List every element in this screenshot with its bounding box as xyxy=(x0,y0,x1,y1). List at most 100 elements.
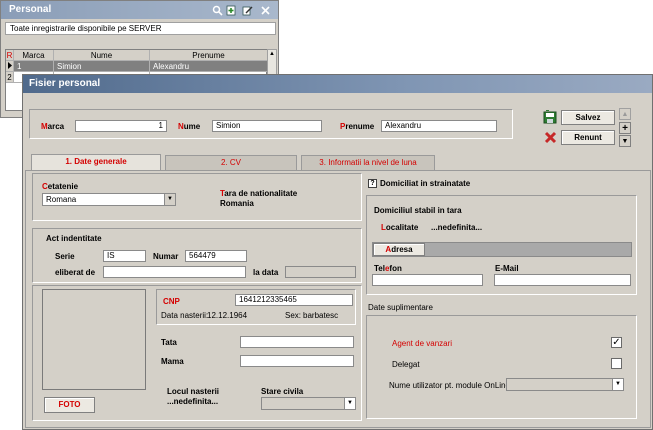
tata-field[interactable] xyxy=(240,336,354,348)
date-suplimentare-label: Date suplimentare xyxy=(368,303,433,312)
cancel-x-icon xyxy=(544,131,557,146)
mama-field[interactable] xyxy=(240,355,354,367)
data-nasterii-value: 12.12.1964 xyxy=(207,311,248,320)
adresa-field[interactable]: Adresa xyxy=(372,242,632,257)
marca-field[interactable]: 1 xyxy=(75,120,167,132)
cancel-button-label: Renunt xyxy=(574,133,602,142)
foto-button[interactable]: FOTO xyxy=(44,397,95,413)
edit-icon[interactable] xyxy=(241,4,253,16)
cetatenie-label-text: etatenie xyxy=(47,182,79,191)
telefon-label: Telefon xyxy=(374,264,402,273)
add-plus-icon[interactable]: + xyxy=(619,122,631,134)
row-indicator: 2 xyxy=(6,72,14,83)
next-down-icon[interactable]: ▼ xyxy=(619,135,631,147)
nume-label: Nume xyxy=(178,122,200,131)
fisier-personal-title-bar[interactable]: Fisier personal xyxy=(23,75,652,93)
table-row-cell-prenume[interactable]: Alexandru xyxy=(150,61,268,72)
prenume-field[interactable]: Alexandru xyxy=(381,120,497,132)
cancel-button[interactable]: Renunt xyxy=(561,130,615,145)
close-icon[interactable] xyxy=(259,4,271,16)
cetatenie-select-value: Romana xyxy=(46,195,77,204)
localitate-value[interactable]: ...nedefinita... xyxy=(431,223,482,232)
eliberat-de-label: eliberat de xyxy=(55,268,96,277)
cnp-field[interactable]: 1641212335465 xyxy=(235,294,353,306)
table-row-cell-nume[interactable]: Simion xyxy=(54,61,150,72)
marca-label-text: arca xyxy=(47,122,65,131)
column-header-nume[interactable]: Nume xyxy=(54,50,150,61)
row-indicator-arrow xyxy=(6,61,14,72)
utilizator-online-label: Nume utilizator pt. module OnLine xyxy=(389,381,510,390)
data-nasterii-label: Data nasterii: xyxy=(161,311,209,320)
row-header-corner: R xyxy=(6,50,14,61)
mama-label: Mama xyxy=(161,357,184,366)
la-data-label: la data xyxy=(253,268,279,277)
chevron-down-icon[interactable]: ▼ xyxy=(612,379,623,390)
tab-cv-label: 2. CV xyxy=(220,158,241,167)
la-data-field[interactable] xyxy=(285,266,356,278)
prenume-label-text: renume xyxy=(345,122,375,131)
email-field[interactable] xyxy=(494,274,631,286)
tara-label: Tara de nationalitate xyxy=(220,189,297,198)
records-caption: Toate inregistrarile disponibile pe SERV… xyxy=(5,22,276,35)
cetatenie-select[interactable]: Romana ▼ xyxy=(42,193,176,206)
column-header-prenume[interactable]: Prenume xyxy=(150,50,268,61)
tara-label-text: ara de nationalitate xyxy=(224,189,298,198)
serie-label: Serie xyxy=(55,252,75,261)
chevron-down-icon[interactable]: ▼ xyxy=(344,398,355,409)
delegat-label: Delegat xyxy=(392,360,420,369)
locul-nasterii-value[interactable]: ...nedefinita... xyxy=(167,397,218,406)
tata-label: Tata xyxy=(161,338,177,347)
fisier-personal-title: Fisier personal xyxy=(29,78,101,89)
marca-label-hotkey: M xyxy=(41,122,48,131)
save-icon xyxy=(543,110,557,126)
personal-title-bar[interactable]: Personal xyxy=(1,1,278,19)
cetatenie-label: Cetatenie xyxy=(42,182,78,191)
save-button[interactable]: Salvez xyxy=(561,110,615,125)
delegat-checkbox[interactable] xyxy=(611,358,622,369)
table-row-cell-marca[interactable]: 1 xyxy=(14,61,54,72)
telefon-label-post: fon xyxy=(389,264,402,273)
domiciliu-strainatate-checkbox[interactable]: ? xyxy=(368,179,377,188)
fisier-personal-window: Fisier personal Marca 1 Nume Simion Pren… xyxy=(22,74,653,430)
numar-label: Numar xyxy=(153,252,179,261)
column-header-marca[interactable]: Marca xyxy=(14,50,54,61)
stare-civila-label: Stare civila xyxy=(261,387,304,396)
cnp-label: CNP xyxy=(163,297,180,306)
chevron-down-icon[interactable]: ▼ xyxy=(164,194,175,205)
telefon-label-pre: Tel xyxy=(374,264,385,273)
tab-informatii-luna-label: 3. Informatii la nivel de luna xyxy=(319,158,417,167)
act-identitate-label: Act indentitate xyxy=(46,234,102,243)
localitate-label-text: ocalitate xyxy=(385,223,419,232)
photo-frame xyxy=(42,289,146,390)
stare-civila-select[interactable]: ▼ xyxy=(261,397,356,410)
locul-nasterii-label: Locul nasterii xyxy=(167,387,220,396)
nume-field[interactable]: Simion xyxy=(212,120,322,132)
tab-informatii-luna[interactable]: 3. Informatii la nivel de luna xyxy=(301,155,435,170)
adresa-button[interactable]: Adresa xyxy=(373,243,425,256)
previous-up-icon[interactable]: ▲ xyxy=(619,108,631,120)
domiciliu-stabil-label: Domiciliul stabil in tara xyxy=(374,206,462,215)
nume-label-text: ume xyxy=(183,122,201,131)
serie-field[interactable]: IS xyxy=(103,250,146,262)
search-icon[interactable] xyxy=(211,4,223,16)
adresa-button-text: dresa xyxy=(391,245,413,254)
prenume-label: Prenume xyxy=(340,122,374,131)
sex-value: barbatesc xyxy=(303,311,339,320)
localitate-label: Localitate xyxy=(381,223,418,232)
tara-value: Romania xyxy=(220,199,254,208)
agent-vanzari-label: Agent de vanzari xyxy=(392,339,453,348)
tab-date-generale[interactable]: 1. Date generale xyxy=(31,154,161,171)
utilizator-online-select[interactable]: ▼ xyxy=(506,378,624,391)
tab-cv[interactable]: 2. CV xyxy=(165,155,297,170)
personal-title: Personal xyxy=(9,4,52,15)
eliberat-de-field[interactable] xyxy=(103,266,246,278)
tab-date-generale-label: 1. Date generale xyxy=(65,157,127,166)
scroll-up-arrow-icon[interactable]: ▲ xyxy=(269,51,275,57)
sex-label: Sex: xyxy=(285,311,302,320)
foto-button-label: FOTO xyxy=(58,400,81,409)
numar-field[interactable]: 564479 xyxy=(185,250,247,262)
telefon-field[interactable] xyxy=(372,274,483,286)
domiciliu-strainatate-label: Domiciliat in strainatate xyxy=(380,179,471,188)
add-record-icon[interactable] xyxy=(225,4,237,16)
agent-vanzari-checkbox[interactable]: ✓ xyxy=(611,337,622,348)
